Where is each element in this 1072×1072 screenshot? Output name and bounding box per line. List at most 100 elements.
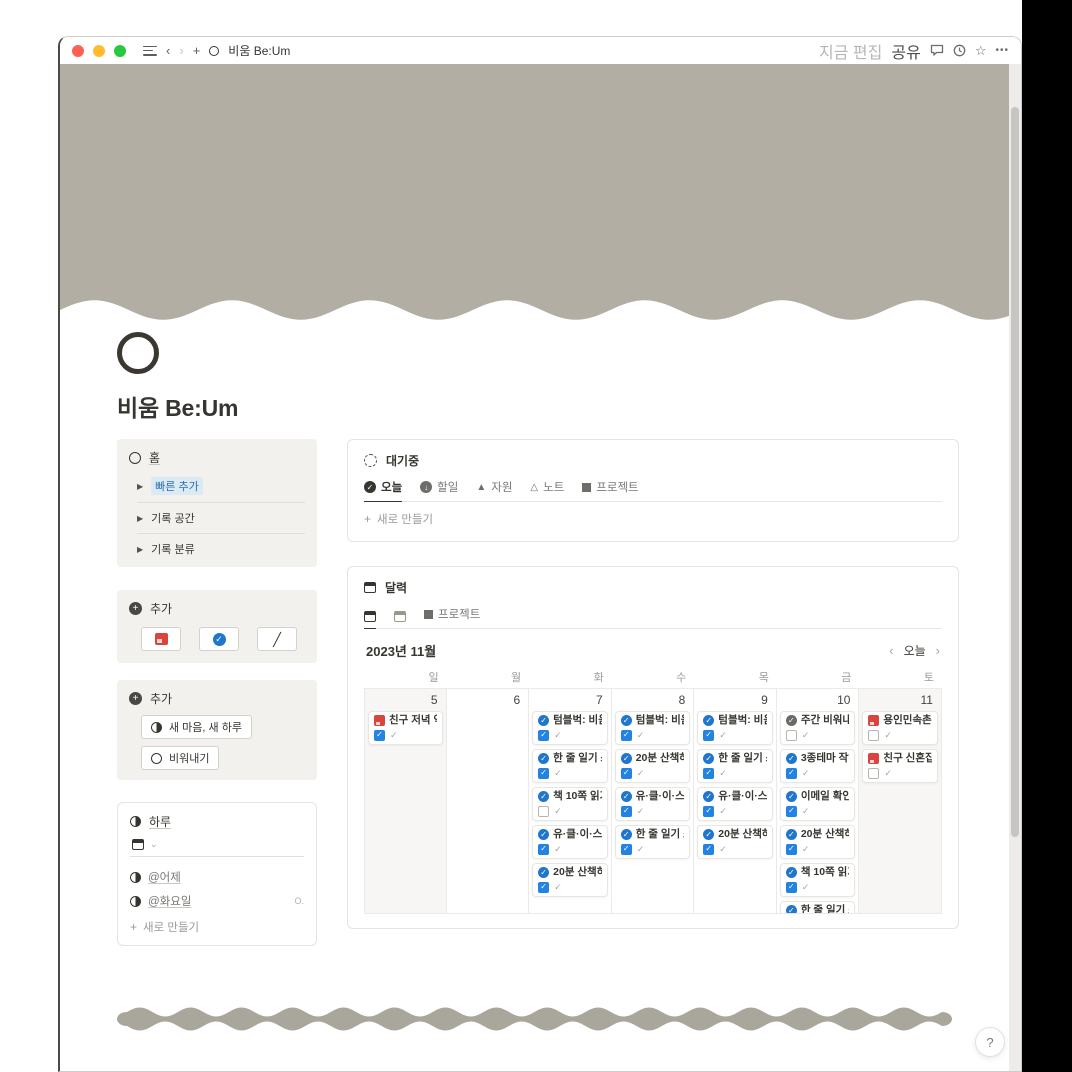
record-category-label[interactable]: 기록 분류 [151,541,195,557]
forward-button[interactable]: › [179,44,183,57]
toggle-triangle-icon[interactable]: ▶ [137,482,143,491]
tab-project-view[interactable]: 프로젝트 [424,606,480,629]
page-icon-ring[interactable] [117,332,159,374]
calendar-event-card[interactable]: ✓ 20분 산책하기 ✓ ✓ [614,749,691,783]
page-cover[interactable] [60,64,1021,320]
today-button[interactable]: 오늘 [904,642,926,659]
calendar-event-card[interactable]: 친구 신혼집 집... ✓ [862,749,938,783]
done-checkbox[interactable]: ✓ [785,881,797,893]
calendar-event-card[interactable]: ✓ 책 10쪽 읽기 ✓ [532,787,608,821]
toggle-record-space[interactable]: ▶ 기록 공간 [137,506,305,530]
day-row-tuesday[interactable]: @화요일 O. [130,889,304,913]
calendar-day-cell[interactable]: 8 ✓ 텀블벅: 비움 ... ✓ ✓ ✓ 20분 산책하기 ✓ ✓ ✓ 유·클… [612,689,695,913]
tab-today[interactable]: ✓ 오늘 [364,479,403,502]
done-checkbox[interactable]: ✓ [703,843,715,855]
help-button[interactable]: ? [975,1027,1005,1057]
add-note-button[interactable]: ╱ [257,627,297,651]
done-checkbox[interactable] [538,805,550,817]
tuesday-link[interactable]: @화요일 [148,893,191,909]
back-button[interactable]: ‹ [166,44,170,57]
day-row-yesterday[interactable]: @어제 [130,865,304,889]
calendar-event-card[interactable]: ✓ 텀블벅: 비움 ... ✓ ✓ [697,711,773,745]
yesterday-link[interactable]: @어제 [148,869,181,885]
done-checkbox[interactable]: ✓ [620,767,632,779]
done-checkbox[interactable]: ✓ [703,767,715,779]
minimize-window-button[interactable] [93,44,105,57]
calendar-event-card[interactable]: ✓ 한 줄 일기 쓰기 ✓ ✓ [614,825,691,859]
tab-calendar-view-1[interactable] [364,611,376,629]
toggle-record-category[interactable]: ▶ 기록 분류 [137,537,305,561]
tab-project[interactable]: 프로젝트 [582,479,639,502]
calendar-event-card[interactable]: ✓ 이메일 확인하기 ✓ ✓ [779,787,856,821]
empty-out-button[interactable]: 비워내기 [141,746,220,770]
new-tab-button[interactable]: + [193,44,201,57]
done-checkbox[interactable]: ✓ [785,767,797,779]
history-clock-icon[interactable] [953,44,966,57]
done-checkbox[interactable]: ✓ [538,881,550,893]
tab-todo[interactable]: ↓ 할일 [420,479,458,502]
new-day-entry-button[interactable]: + 새로 만들기 [130,919,304,935]
new-day-button[interactable]: 새 마음, 새 하루 [141,715,252,739]
prev-month-icon[interactable]: ‹ [889,643,893,658]
breadcrumb-page-title[interactable]: 비움 Be:Um [228,42,290,59]
calendar-event-card[interactable]: ✓ 한 줄 일기 쓰기 ✓ ✓ [532,749,608,783]
done-checkbox[interactable]: ✓ [785,805,797,817]
waiting-new-button[interactable]: + 새로 만들기 [364,511,942,527]
done-checkbox[interactable] [785,729,797,741]
calendar-day-cell[interactable]: 6 [447,689,530,913]
done-checkbox[interactable] [868,767,880,779]
favorite-star-icon[interactable]: ☆ [975,43,987,59]
more-options-icon[interactable]: ••• [995,45,1009,56]
calendar-event-card[interactable]: ✓ 텀블벅: 비움 ... ✓ ✓ [532,711,608,745]
toggle-triangle-icon[interactable]: ▶ [137,514,143,523]
comments-icon[interactable] [930,44,944,57]
done-checkbox[interactable]: ✓ [703,729,715,741]
calendar-event-card[interactable]: ✓ 주간 비워내기 ✓ [779,711,856,745]
calendar-event-card[interactable]: ✓ 유·클·이·스 확... ✓ ✓ [697,787,773,821]
calendar-day-cell[interactable]: 7 ✓ 텀블벅: 비움 ... ✓ ✓ ✓ 한 줄 일기 쓰기 ✓ ✓ ✓ 책 … [529,689,612,913]
add-event-button[interactable] [141,627,181,651]
zoom-window-button[interactable] [114,44,126,57]
day-view-tab[interactable]: ⌄ [132,839,304,850]
done-checkbox[interactable]: ✓ [620,843,632,855]
done-checkbox[interactable]: ✓ [785,843,797,855]
done-checkbox[interactable]: ✓ [538,767,550,779]
done-checkbox[interactable]: ✓ [620,805,632,817]
calendar-event-card[interactable]: 친구 저녁 약속 ✓ ✓ [368,711,443,745]
page-title[interactable]: 비움 Be:Um [117,389,1021,423]
calendar-event-card[interactable]: ✓ 유·클·이·스 확... ✓ ✓ [532,825,608,859]
quick-add-link[interactable]: 빠른 추가 [151,477,203,495]
sidebar-toggle-icon[interactable] [143,45,157,56]
calendar-event-card[interactable]: ✓ 3종테마 작업 ✓ ✓ [779,749,856,783]
calendar-event-card[interactable]: ✓ 한 줄 일기 쓰기 ✓ [779,901,856,913]
toggle-quick-add[interactable]: ▶ 빠른 추가 [137,473,305,499]
calendar-event-card[interactable]: ✓ 20분 산책하기 ✓ ✓ [532,863,608,897]
calendar-event-card[interactable]: ✓ 한 줄 일기 쓰기 ✓ ✓ [697,749,773,783]
toggle-triangle-icon[interactable]: ▶ [137,545,143,554]
done-checkbox[interactable] [868,729,880,741]
tab-note[interactable]: △ 노트 [530,479,564,502]
done-checkbox[interactable]: ✓ [538,843,550,855]
done-checkbox[interactable]: ✓ [538,729,550,741]
close-window-button[interactable] [72,44,84,57]
calendar-event-card[interactable]: ✓ 20분 산책하기 ✓ ✓ [697,825,773,859]
tab-resource[interactable]: ▲ 자원 [476,479,512,502]
day-db-title[interactable]: 하루 [149,813,171,830]
calendar-event-card[interactable]: ✓ 유·클·이·스 확... ✓ ✓ [614,787,691,821]
calendar-event-card[interactable]: ✓ 20분 산책하기 ✓ ✓ [779,825,856,859]
add-todo-button[interactable]: ✓ [199,627,239,651]
done-checkbox[interactable]: ✓ [374,729,385,741]
calendar-day-cell[interactable]: 5 친구 저녁 약속 ✓ ✓ [364,689,447,913]
home-link[interactable]: 홈 [149,449,160,466]
next-month-icon[interactable]: › [936,643,940,658]
done-checkbox[interactable]: ✓ [703,805,715,817]
calendar-day-cell[interactable]: 11 용인민속촌 나... ✓ 친구 신혼집 집... ✓ [859,689,942,913]
share-button[interactable]: 공유 [891,39,920,63]
calendar-event-card[interactable]: 용인민속촌 나... ✓ [862,711,938,745]
done-checkbox[interactable]: ✓ [620,729,632,741]
calendar-event-card[interactable]: ✓ 텀블벅: 비움 ... ✓ ✓ [614,711,691,745]
calendar-event-card[interactable]: ✓ 책 10쪽 읽기 ✓ ✓ [779,863,856,897]
record-space-label[interactable]: 기록 공간 [151,510,195,526]
scrollbar-thumb[interactable] [1011,107,1019,837]
calendar-day-cell[interactable]: 10 ✓ 주간 비워내기 ✓ ✓ 3종테마 작업 ✓ ✓ ✓ 이메일 확인하기 … [777,689,860,913]
